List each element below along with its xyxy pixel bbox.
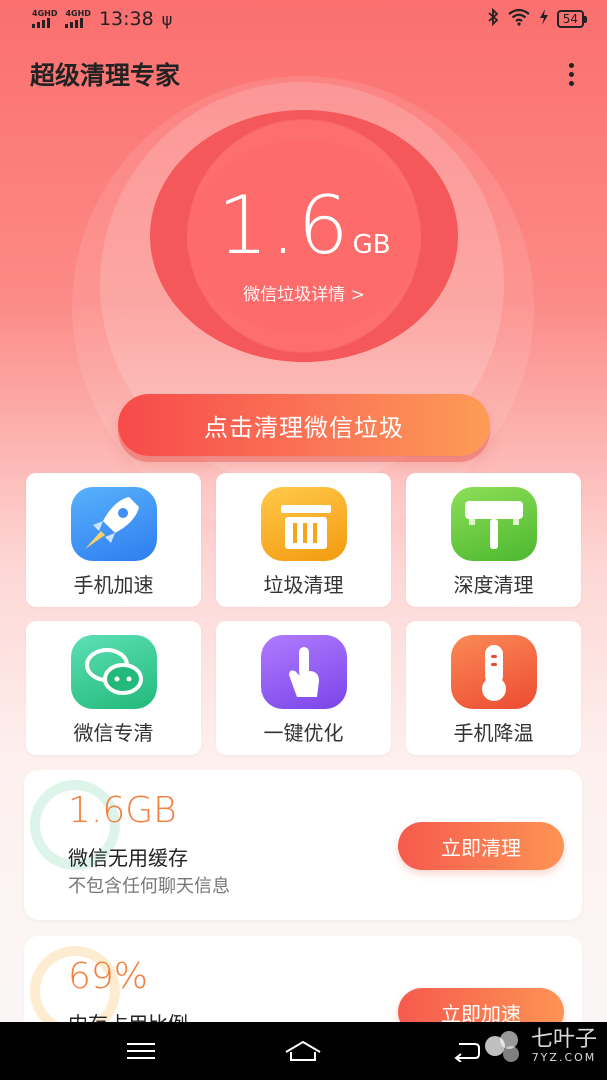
wechat-junk-details-link[interactable]: 微信垃圾详情 > — [150, 280, 458, 305]
home-icon[interactable] — [283, 1036, 323, 1066]
signal-icon: 4GHD — [32, 10, 57, 28]
app-title: 超级清理专家 — [30, 61, 181, 90]
tool-label: 一键优化 — [263, 721, 344, 745]
wifi-icon — [507, 8, 531, 31]
network-type-1: 4GHD — [32, 9, 58, 18]
junk-size-unit: GB — [352, 230, 391, 260]
watermark: 七叶子 7YZ.COM — [457, 1016, 597, 1076]
junk-size-value: 1.6 — [217, 179, 351, 272]
menu-icon[interactable] — [121, 1036, 161, 1066]
tool-label: 微信专清 — [73, 721, 154, 745]
tool-one-key-optimize[interactable]: 一键优化 — [216, 621, 391, 755]
battery-icon: 54 — [556, 10, 587, 28]
tool-label: 手机加速 — [73, 573, 154, 597]
usb-icon: ψ — [161, 9, 173, 29]
clock: 13:38 — [98, 8, 154, 30]
tool-label: 垃圾清理 — [263, 573, 344, 597]
status-left: 4GHD 4GHD 13:38 ψ — [32, 8, 172, 30]
tap-icon — [260, 635, 347, 709]
junk-size: 1.6 GB — [150, 182, 458, 270]
more-menu-icon[interactable] — [559, 59, 583, 89]
tool-phone-boost[interactable]: 手机加速 — [26, 473, 201, 607]
tool-label: 手机降温 — [453, 721, 534, 745]
charging-icon — [539, 8, 549, 30]
status-right: 54 — [487, 7, 587, 31]
network-type-2: 4GHD — [65, 9, 91, 18]
broom-icon — [450, 487, 537, 561]
wechat-cache-size: 1.6GB — [68, 790, 177, 831]
tool-phone-cooling[interactable]: 手机降温 — [406, 621, 581, 755]
wechat-cache-card: 1.6GB 微信无用缓存 不包含任何聊天信息 立即清理 — [24, 770, 582, 920]
tool-junk-clean[interactable]: 垃圾清理 — [216, 473, 391, 607]
wechat-cache-title: 微信无用缓存 — [68, 846, 188, 870]
tool-label: 深度清理 — [453, 573, 534, 597]
status-bar: 4GHD 4GHD 13:38 ψ 54 — [0, 0, 607, 38]
clean-wechat-junk-button[interactable]: 点击清理微信垃圾 — [118, 394, 490, 456]
watermark-logo-icon — [484, 1031, 519, 1062]
clean-now-button[interactable]: 立即清理 — [398, 822, 564, 870]
wechat-icon — [70, 635, 157, 709]
trash-icon — [260, 487, 347, 561]
watermark-domain: 7YZ.COM — [531, 1050, 597, 1064]
rocket-icon — [70, 487, 157, 561]
memory-usage-percent: 69% — [68, 956, 149, 997]
signal-icon-2: 4GHD — [65, 9, 91, 28]
tool-deep-clean[interactable]: 深度清理 — [406, 473, 581, 607]
bluetooth-icon — [487, 7, 499, 31]
wechat-cache-subtitle: 不包含任何聊天信息 — [68, 876, 230, 897]
watermark-text: 七叶子 — [530, 1026, 597, 1052]
battery-level: 54 — [556, 10, 584, 28]
thermometer-icon — [450, 635, 537, 709]
tool-wechat-clean[interactable]: 微信专清 — [26, 621, 201, 755]
